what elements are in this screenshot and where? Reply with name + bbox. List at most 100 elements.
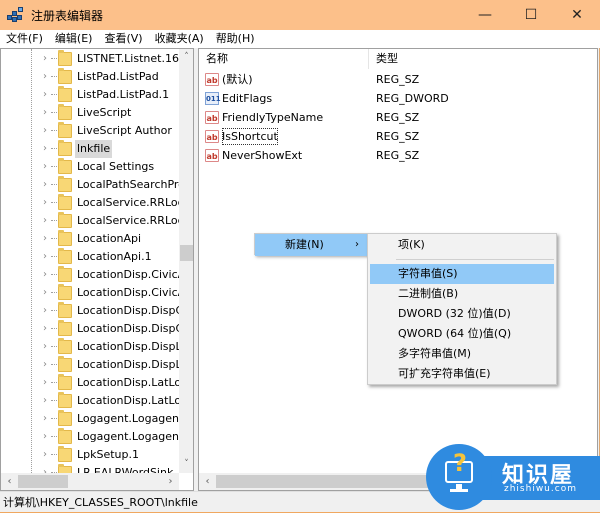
tree-item[interactable]: › LocationDisp.CivicAd xyxy=(1,284,192,302)
tree-item-label: LocationDisp.CivicAd xyxy=(77,286,192,299)
expand-chevron-icon[interactable]: › xyxy=(43,158,53,176)
menu-item-key[interactable]: 项(K) xyxy=(368,235,556,255)
tree-item[interactable]: › LocationDisp.DispLa xyxy=(1,356,188,374)
tree-connector xyxy=(51,148,57,149)
expand-chevron-icon[interactable]: › xyxy=(43,338,53,356)
tree-item[interactable]: › LocalPathSearchPro xyxy=(1,176,185,194)
folder-icon xyxy=(58,446,72,462)
expand-chevron-icon[interactable]: › xyxy=(43,248,53,266)
tree-item[interactable]: › LocalService.RRLoca xyxy=(1,212,190,230)
menu-item-new[interactable]: 新建(N) › xyxy=(255,234,367,256)
tree-item[interactable]: › LiveScript xyxy=(1,104,179,122)
tree-vertical-scrollbar[interactable]: ˄ ˅ xyxy=(179,49,193,473)
tree-item-label: LiveScript Author xyxy=(77,124,172,137)
menu-favorites[interactable]: 收藏夹(A) xyxy=(149,30,210,48)
tree-connector xyxy=(51,292,57,293)
submenu-item[interactable]: DWORD (32 位)值(D) xyxy=(368,304,556,324)
submenu-item[interactable]: 二进制值(B) xyxy=(368,284,556,304)
expand-chevron-icon[interactable]: › xyxy=(43,428,53,446)
tree-vscroll-thumb[interactable] xyxy=(180,245,193,261)
expand-chevron-icon[interactable]: › xyxy=(43,140,53,158)
scroll-left-icon[interactable]: ‹ xyxy=(199,473,216,490)
maximize-icon: ☐ xyxy=(524,7,538,23)
expand-chevron-icon[interactable]: › xyxy=(43,356,53,374)
tree-item[interactable]: › ListPad.ListPad.1 xyxy=(1,86,179,104)
folder-icon xyxy=(58,320,72,336)
expand-chevron-icon[interactable]: › xyxy=(43,374,53,392)
expand-chevron-icon[interactable]: › xyxy=(43,50,53,68)
value-row[interactable]: ab IsShortcut REG_SZ xyxy=(199,127,597,146)
menu-edit[interactable]: 编辑(E) xyxy=(49,30,99,48)
string-value-icon: ab xyxy=(205,149,219,162)
tree-item[interactable]: › Logagent.Logagent xyxy=(1,428,183,446)
title-bar[interactable]: 注册表编辑器 — ☐ ✕ xyxy=(0,0,600,30)
tree-item[interactable]: › LocationDisp.LatLon xyxy=(1,374,188,392)
submenu-item[interactable]: 字符串值(S) xyxy=(370,264,554,284)
column-name[interactable]: 名称 xyxy=(199,49,369,69)
value-row[interactable]: ab (默认) REG_SZ xyxy=(199,70,597,89)
value-row[interactable]: 011 EditFlags REG_DWORD xyxy=(199,89,597,108)
scroll-right-icon[interactable]: › xyxy=(162,473,179,490)
tree-item[interactable]: › LocationDisp.DispLa xyxy=(1,338,188,356)
context-menu: 新建(N) › xyxy=(254,233,368,256)
tree-horizontal-scrollbar[interactable]: ‹ › xyxy=(1,473,179,490)
tree-item[interactable]: › LocalService.RRLoca xyxy=(1,194,190,212)
menu-file[interactable]: 文件(F) xyxy=(0,30,49,48)
menu-view[interactable]: 查看(V) xyxy=(98,30,148,48)
maximize-button[interactable]: ☐ xyxy=(508,0,554,30)
expand-chevron-icon[interactable]: › xyxy=(43,302,53,320)
tree-item[interactable]: › Local Settings xyxy=(1,158,179,176)
expand-chevron-icon[interactable]: › xyxy=(43,104,53,122)
expand-chevron-icon[interactable]: › xyxy=(43,230,53,248)
expand-chevron-icon[interactable]: › xyxy=(43,86,53,104)
tree-item[interactable]: › LocationDisp.DispCi xyxy=(1,302,186,320)
tree-connector xyxy=(51,454,57,455)
tree-item[interactable]: › LISTNET.Listnet.16 xyxy=(1,50,179,68)
expand-chevron-icon[interactable]: › xyxy=(43,284,53,302)
expand-chevron-icon[interactable]: › xyxy=(43,176,53,194)
submenu-item[interactable]: 多字符串值(M) xyxy=(368,344,556,364)
tree-item-label: LiveScript xyxy=(77,106,132,119)
submenu-item[interactable]: QWORD (64 位)值(Q) xyxy=(368,324,556,344)
expand-chevron-icon[interactable]: › xyxy=(43,194,53,212)
values-hscroll-thumb[interactable] xyxy=(216,475,436,488)
tree-item[interactable]: › lnkfile xyxy=(1,140,179,158)
tree-item-label: LocationDisp.CivicAd xyxy=(77,268,192,281)
tree-item-label: LocationDisp.DispLa xyxy=(77,340,189,353)
scroll-left-icon[interactable]: ‹ xyxy=(1,473,18,490)
key-tree-pane[interactable]: › LISTNET.Listnet.16 › ListPad.ListPad › List… xyxy=(0,48,194,491)
tree-item[interactable]: › LiveScript Author xyxy=(1,122,179,140)
expand-chevron-icon[interactable]: › xyxy=(43,266,53,284)
submenu-item[interactable]: 可扩充字符串值(E) xyxy=(368,364,556,384)
tree-hscroll-thumb[interactable] xyxy=(18,475,68,488)
registry-editor-window: 注册表编辑器 — ☐ ✕ 文件(F) 编辑(E) 查看(V) 收藏夹(A) 帮助… xyxy=(0,0,600,513)
expand-chevron-icon[interactable]: › xyxy=(43,122,53,140)
tree-item[interactable]: › LocationApi.1 xyxy=(1,248,179,266)
value-row[interactable]: ab NeverShowExt REG_SZ xyxy=(199,146,597,165)
tree-item[interactable]: › LocationDisp.CivicAd xyxy=(1,266,192,284)
watermark-logo: ? 知识屋 zhishiwu.com xyxy=(426,444,600,513)
tree-item[interactable]: › LocationDisp.DispCi xyxy=(1,320,186,338)
column-type[interactable]: 类型 xyxy=(369,49,398,69)
value-row[interactable]: ab FriendlyTypeName REG_SZ xyxy=(199,108,597,127)
scroll-up-icon[interactable]: ˄ xyxy=(179,49,193,66)
expand-chevron-icon[interactable]: › xyxy=(43,320,53,338)
expand-chevron-icon[interactable]: › xyxy=(43,446,53,464)
minimize-button[interactable]: — xyxy=(462,0,508,30)
menu-help[interactable]: 帮助(H) xyxy=(210,30,261,48)
close-button[interactable]: ✕ xyxy=(554,0,600,30)
tree-item[interactable]: › LocationDisp.LatLon xyxy=(1,392,188,410)
expand-chevron-icon[interactable]: › xyxy=(43,410,53,428)
tree-item[interactable]: › LpkSetup.1 xyxy=(1,446,179,464)
expand-chevron-icon[interactable]: › xyxy=(43,392,53,410)
watermark-url: zhishiwu.com xyxy=(504,484,577,494)
scroll-down-icon[interactable]: ˅ xyxy=(179,456,193,473)
folder-icon xyxy=(58,374,72,390)
tree-item[interactable]: › ListPad.ListPad xyxy=(1,68,179,86)
expand-chevron-icon[interactable]: › xyxy=(43,212,53,230)
tree-item[interactable]: › Logagent.Logagent xyxy=(1,410,183,428)
tree-connector xyxy=(51,58,57,59)
expand-chevron-icon[interactable]: › xyxy=(43,68,53,86)
tree-item-label: ListPad.ListPad.1 xyxy=(77,88,170,101)
tree-item[interactable]: › LocationApi xyxy=(1,230,179,248)
